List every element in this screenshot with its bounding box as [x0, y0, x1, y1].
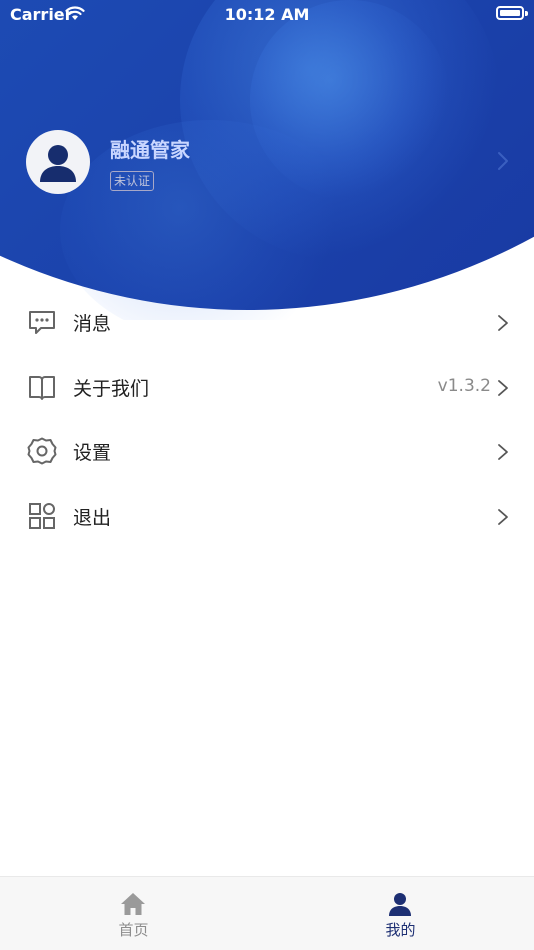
profile-screen: Carrier 10:12 AM 融通管家 未认证 消息 关于我们 v1.3.2…: [0, 0, 534, 950]
battery-icon: [496, 6, 524, 20]
chevron-right-icon: [496, 151, 510, 175]
person-icon: [387, 891, 413, 917]
menu-item-label: 退出: [73, 506, 112, 529]
user-name: 融通管家: [110, 138, 190, 162]
tab-mine[interactable]: 我的: [267, 877, 534, 950]
settings-menu: 消息 关于我们 v1.3.2 设置 退出: [0, 290, 534, 548]
chevron-right-icon: [497, 443, 509, 465]
clock: 10:12 AM: [224, 5, 310, 24]
person-icon: [40, 145, 76, 182]
menu-item-label: 关于我们: [73, 377, 150, 400]
menu-item-settings[interactable]: 设置: [0, 419, 534, 484]
version-label: v1.3.2: [437, 375, 491, 396]
message-icon: [27, 307, 57, 337]
verification-badge: 未认证: [110, 171, 155, 191]
grid-icon: [27, 501, 57, 531]
avatar[interactable]: [26, 130, 90, 194]
menu-item-about[interactable]: 关于我们 v1.3.2: [0, 355, 534, 420]
chevron-right-icon: [497, 508, 509, 530]
menu-item-label: 消息: [73, 313, 112, 335]
book-icon: [27, 372, 57, 402]
tab-label: 首页: [118, 921, 149, 939]
chevron-right-icon: [497, 379, 509, 401]
gear-icon: [27, 436, 57, 466]
home-icon: [120, 891, 146, 917]
menu-item-logout[interactable]: 退出: [0, 484, 534, 549]
menu-item-messages[interactable]: 消息: [0, 290, 534, 355]
tab-home[interactable]: 首页: [0, 877, 267, 950]
status-bar: Carrier 10:12 AM: [0, 0, 534, 30]
tab-bar: 首页 我的: [0, 876, 534, 950]
menu-item-label: 设置: [73, 442, 112, 464]
tab-label: 我的: [385, 921, 416, 939]
chevron-right-icon: [497, 314, 509, 336]
